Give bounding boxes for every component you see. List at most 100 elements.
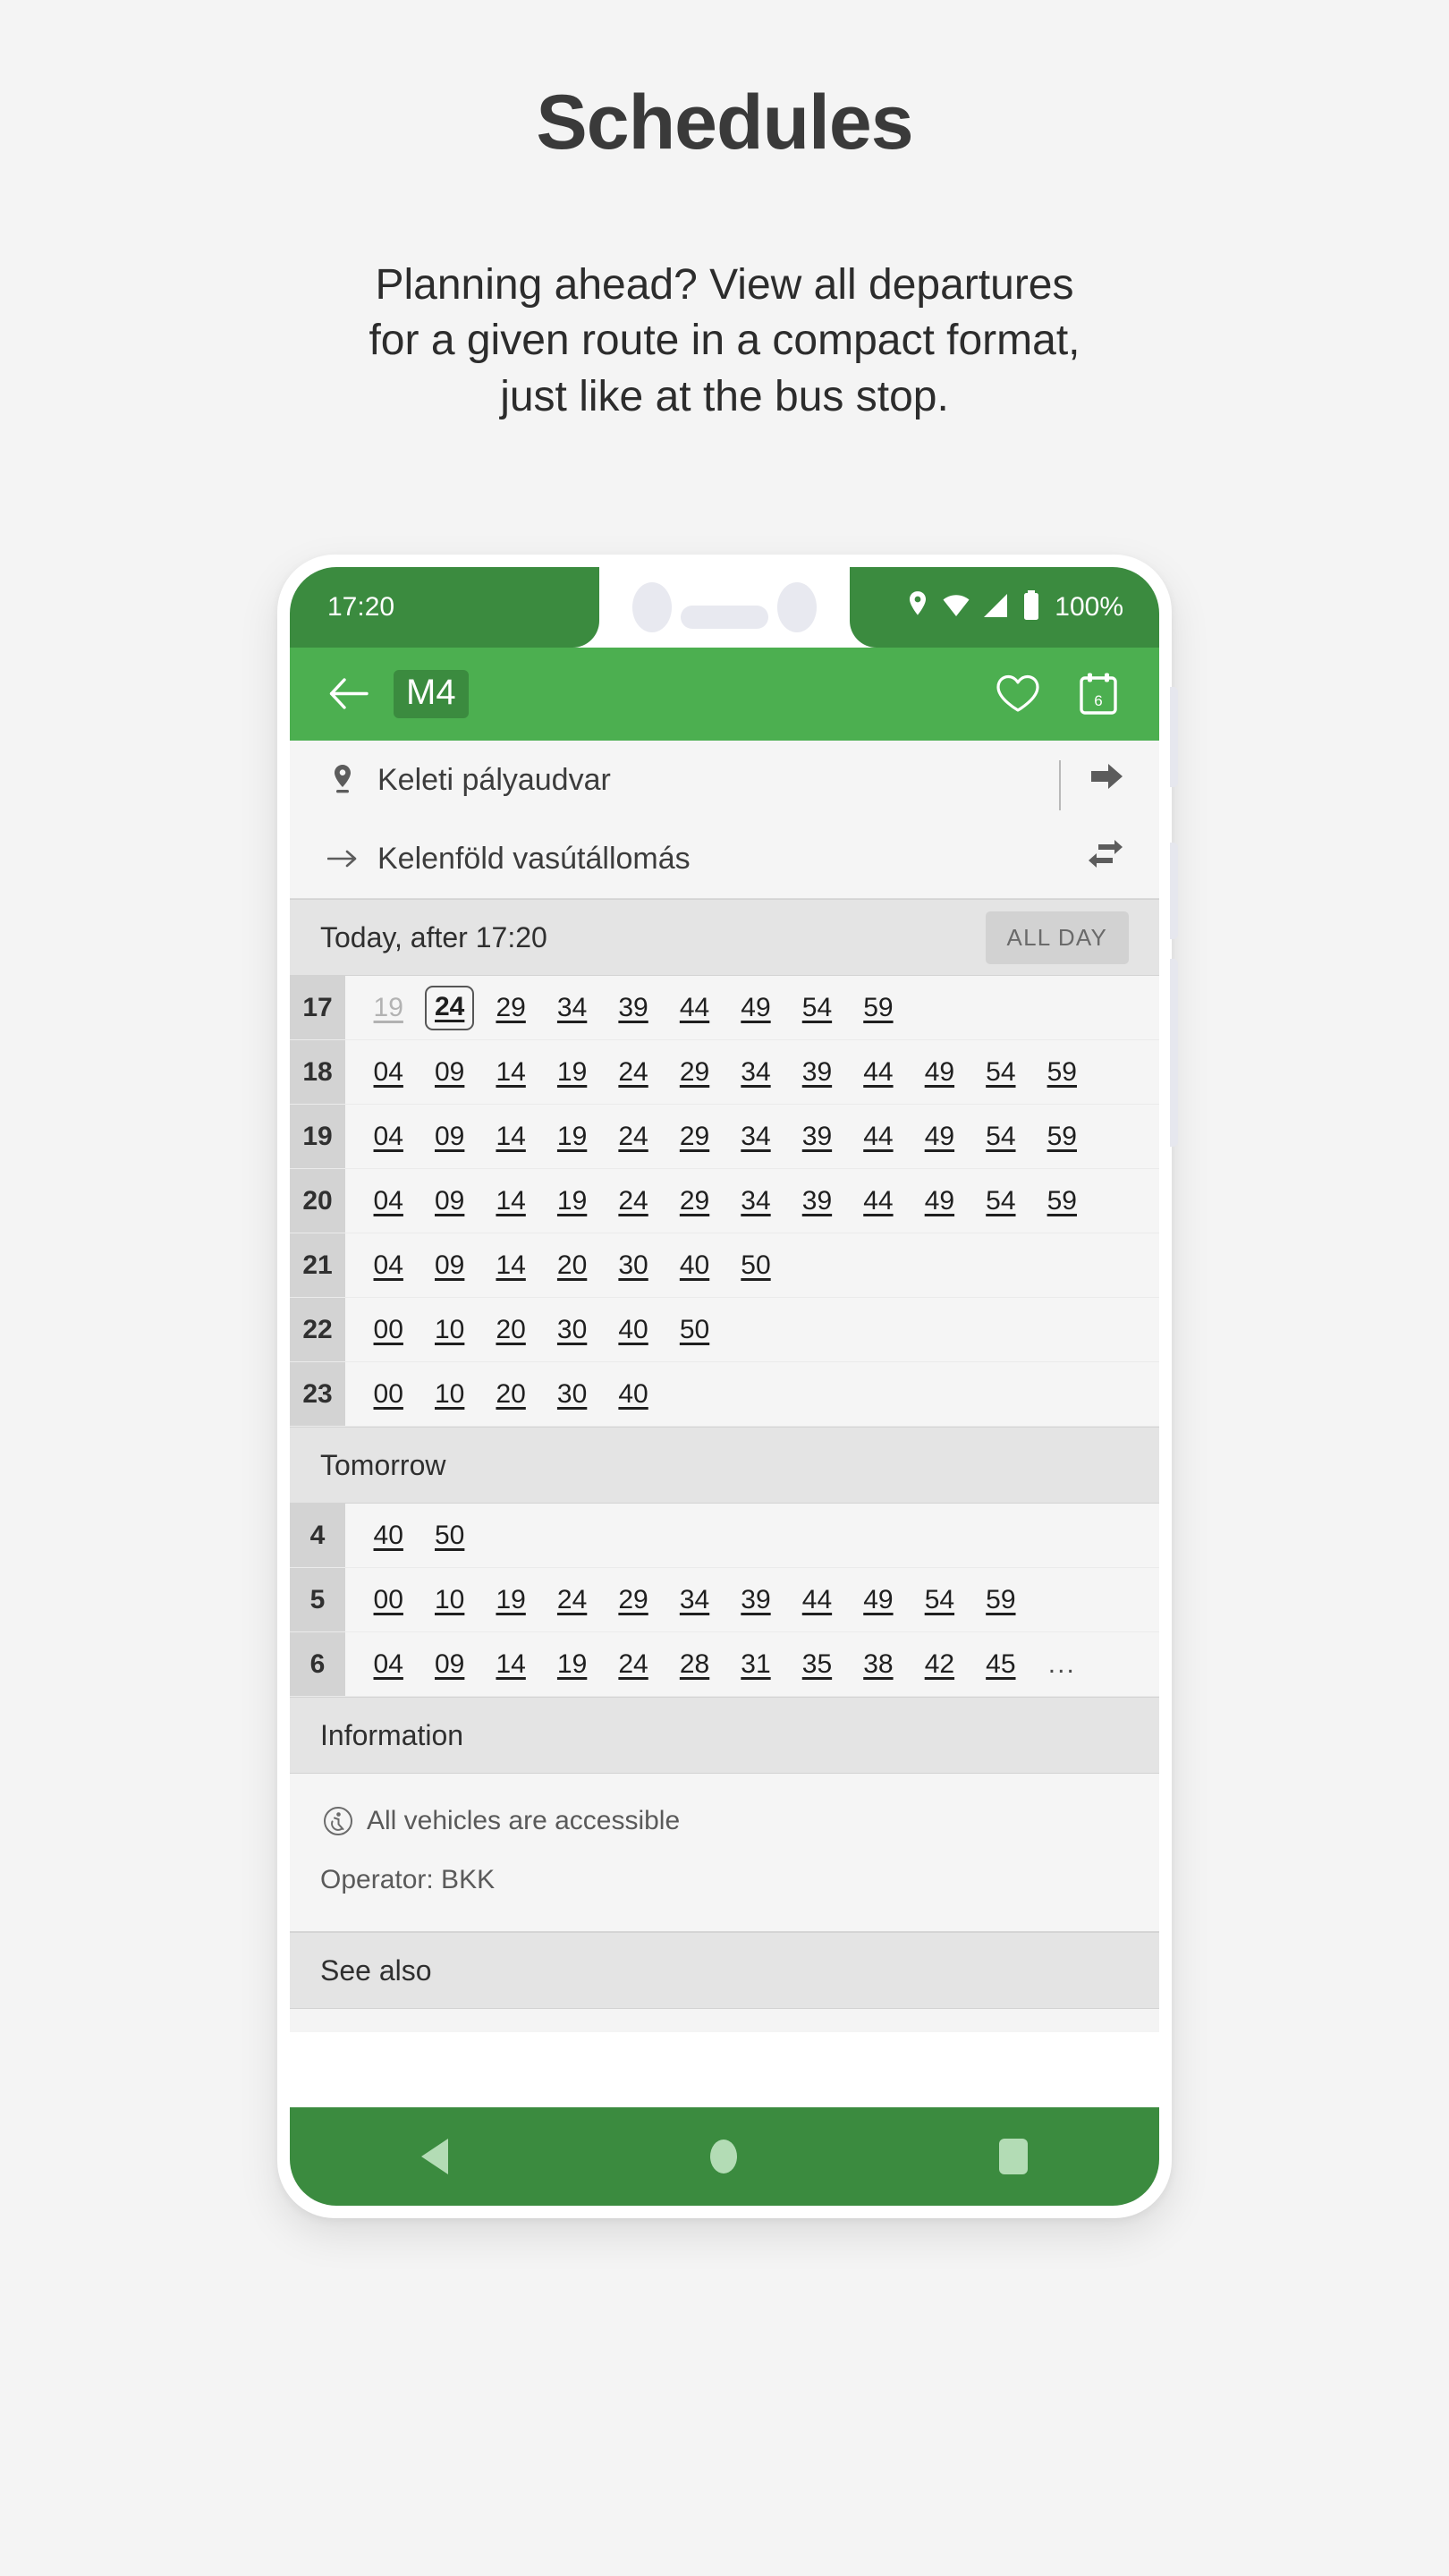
departure-time[interactable]: 30 [557, 1315, 587, 1345]
departure-time[interactable]: 30 [618, 1250, 648, 1281]
departure-time[interactable]: 59 [986, 1585, 1015, 1615]
go-forward-button[interactable] [1089, 760, 1125, 801]
departure-time[interactable]: 44 [863, 1122, 893, 1152]
departure-time[interactable]: 28 [680, 1649, 709, 1680]
departure-time[interactable]: 59 [1047, 1122, 1077, 1152]
departure-time[interactable]: 49 [863, 1585, 893, 1615]
departure-time[interactable]: 39 [802, 1186, 832, 1216]
departure-time[interactable]: 40 [680, 1250, 709, 1281]
departure-time[interactable]: 54 [986, 1186, 1015, 1216]
swap-direction-button[interactable] [1086, 837, 1125, 881]
departure-time[interactable]: 10 [435, 1315, 464, 1345]
departure-time[interactable]: 34 [741, 1186, 770, 1216]
departure-time[interactable]: 09 [435, 1649, 464, 1680]
departure-time[interactable]: 40 [374, 1521, 403, 1551]
departure-time[interactable]: 29 [496, 993, 525, 1023]
phone-volume-button[interactable] [1170, 959, 1178, 1147]
departure-time[interactable]: 35 [802, 1649, 832, 1680]
departure-time[interactable]: 09 [435, 1250, 464, 1281]
departure-time[interactable]: 39 [802, 1122, 832, 1152]
departure-time[interactable]: 09 [435, 1122, 464, 1152]
departure-time[interactable]: 14 [496, 1649, 525, 1680]
departure-time[interactable]: 39 [802, 1057, 832, 1088]
departure-time[interactable]: 24 [618, 1649, 648, 1680]
departure-time[interactable]: 29 [680, 1186, 709, 1216]
departure-time[interactable]: 50 [741, 1250, 770, 1281]
departure-time[interactable]: 49 [741, 993, 770, 1023]
departure-time[interactable]: 40 [618, 1379, 648, 1410]
departure-time[interactable]: 54 [986, 1057, 1015, 1088]
route-destination-row[interactable]: Kelenföld vasútállomás [324, 819, 1125, 898]
departure-time[interactable]: 20 [557, 1250, 587, 1281]
departure-time[interactable]: 40 [618, 1315, 648, 1345]
departure-time[interactable]: 45 [986, 1649, 1015, 1680]
departure-time[interactable]: 30 [557, 1379, 587, 1410]
departure-time[interactable]: 34 [680, 1585, 709, 1615]
phone-side-button[interactable] [1170, 687, 1178, 787]
departure-time[interactable]: 19 [557, 1649, 587, 1680]
departure-time[interactable]: 20 [496, 1379, 525, 1410]
departure-time[interactable]: 39 [618, 993, 648, 1023]
departure-time[interactable]: 24 [618, 1122, 648, 1152]
departure-time[interactable]: 00 [374, 1585, 403, 1615]
departure-time[interactable]: 59 [1047, 1057, 1077, 1088]
departure-time[interactable]: 50 [680, 1315, 709, 1345]
departure-time[interactable]: 54 [925, 1585, 954, 1615]
departure-time[interactable]: 04 [374, 1250, 403, 1281]
departure-time[interactable]: 39 [741, 1585, 770, 1615]
departure-time[interactable]: 59 [1047, 1186, 1077, 1216]
back-triangle-icon[interactable] [420, 2139, 448, 2174]
departure-time-more-indicator[interactable]: ... [1048, 1649, 1076, 1680]
back-button[interactable] [326, 671, 372, 717]
departure-time[interactable]: 00 [374, 1315, 403, 1345]
departure-time[interactable]: 09 [435, 1186, 464, 1216]
departure-time[interactable]: 04 [374, 1186, 403, 1216]
departure-time[interactable]: 38 [863, 1649, 893, 1680]
departure-time-selected[interactable]: 24 [425, 985, 475, 1030]
departure-time[interactable]: 19 [557, 1122, 587, 1152]
departure-time[interactable]: 14 [496, 1122, 525, 1152]
departure-time[interactable]: 14 [496, 1057, 525, 1088]
departure-time[interactable]: 24 [618, 1057, 648, 1088]
departure-time[interactable]: 04 [374, 1057, 403, 1088]
phone-side-button[interactable] [1170, 843, 1178, 939]
departure-time[interactable]: 29 [618, 1585, 648, 1615]
departure-time[interactable]: 42 [925, 1649, 954, 1680]
all-day-button[interactable]: ALL DAY [985, 911, 1129, 964]
departure-time[interactable]: 19 [557, 1186, 587, 1216]
departure-time[interactable]: 49 [925, 1057, 954, 1088]
departure-time[interactable]: 44 [863, 1186, 893, 1216]
departure-time[interactable]: 04 [374, 1122, 403, 1152]
departure-time[interactable]: 24 [618, 1186, 648, 1216]
departure-time[interactable]: 34 [741, 1122, 770, 1152]
favorite-button[interactable] [993, 669, 1043, 719]
departure-time[interactable]: 14 [496, 1250, 525, 1281]
departure-time[interactable]: 29 [680, 1122, 709, 1152]
departure-time[interactable]: 34 [557, 993, 587, 1023]
departure-time[interactable]: 10 [435, 1585, 464, 1615]
departure-time[interactable]: 34 [741, 1057, 770, 1088]
departure-time[interactable]: 19 [496, 1585, 525, 1615]
recents-square-icon[interactable] [999, 2139, 1029, 2174]
departure-time[interactable]: 20 [496, 1315, 525, 1345]
departure-time[interactable]: 10 [435, 1379, 464, 1410]
departure-time[interactable]: 59 [863, 993, 893, 1023]
departure-time[interactable]: 19 [557, 1057, 587, 1088]
departure-time[interactable]: 54 [802, 993, 832, 1023]
departure-time[interactable]: 00 [374, 1379, 403, 1410]
departure-time[interactable]: 44 [863, 1057, 893, 1088]
departure-time[interactable]: 04 [374, 1649, 403, 1680]
departure-time[interactable]: 49 [925, 1186, 954, 1216]
route-badge[interactable]: M4 [394, 670, 469, 718]
departure-time[interactable]: 50 [435, 1521, 464, 1551]
departure-time[interactable]: 44 [680, 993, 709, 1023]
home-circle-icon[interactable] [709, 2140, 737, 2174]
departure-time[interactable]: 54 [986, 1122, 1015, 1152]
route-origin-row[interactable]: Keleti pályaudvar [324, 741, 1125, 819]
departure-time[interactable]: 09 [435, 1057, 464, 1088]
departure-time[interactable]: 29 [680, 1057, 709, 1088]
departure-time[interactable]: 24 [557, 1585, 587, 1615]
departure-time-past[interactable]: 19 [374, 993, 403, 1023]
calendar-button[interactable]: 6 [1073, 669, 1123, 719]
departure-time[interactable]: 49 [925, 1122, 954, 1152]
